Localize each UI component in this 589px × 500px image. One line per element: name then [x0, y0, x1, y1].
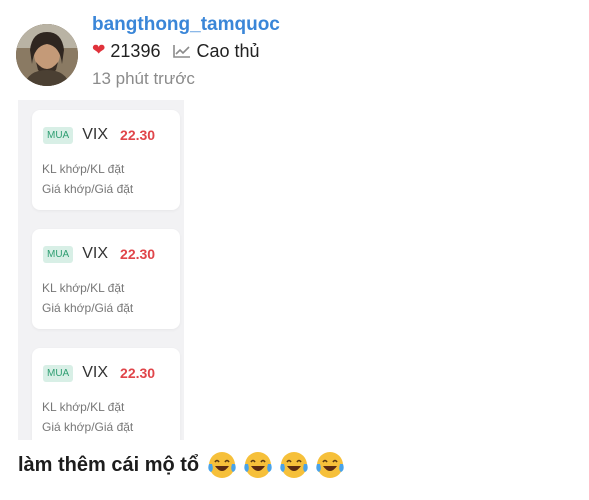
post-timestamp: 13 phút trước	[92, 69, 195, 88]
likes-count: 21396	[110, 41, 161, 61]
order-price: 22.30	[120, 246, 156, 262]
heart-icon: ❤	[92, 42, 106, 59]
laughing-tears-icon	[244, 452, 272, 478]
side-badge: MUA	[43, 364, 74, 382]
post-caption: làm thêm cái mộ tổ	[18, 450, 351, 480]
post-meta: bangthong_tamquoc ❤ 21396 Cao thủ 13 phú…	[92, 14, 280, 89]
matched-volume-label: KL khớp/KL đặt	[42, 400, 125, 414]
order-price: 22.30	[120, 365, 156, 381]
caption-emoji-row	[207, 450, 351, 480]
matched-price-label: Giá khớp/Giá đặt	[42, 301, 134, 315]
matched-price-label: Giá khớp/Giá đặt	[42, 420, 134, 434]
laughing-tears-icon	[316, 452, 344, 478]
order-card: MUA VIX 22.30 KL khớp/KL đặt Giá khớp/Gi…	[32, 348, 180, 440]
post-header: bangthong_tamquoc ❤ 21396 Cao thủ 13 phú…	[16, 14, 576, 90]
user-stats: ❤ 21396 Cao thủ	[92, 40, 280, 62]
attached-screenshot[interactable]: MUA VIX 22.30 KL khớp/KL đặt Giá khớp/Gi…	[18, 100, 184, 440]
order-card: MUA VIX 22.30 KL khớp/KL đặt Giá khớp/Gi…	[32, 110, 180, 210]
laughing-tears-icon	[280, 452, 308, 478]
caption-text: làm thêm cái mộ tổ	[18, 454, 200, 476]
avatar-image	[16, 24, 78, 86]
ticker-symbol: VIX	[82, 245, 109, 262]
order-card: MUA VIX 22.30 KL khớp/KL đặt Giá khớp/Gi…	[32, 229, 180, 329]
avatar[interactable]	[16, 24, 78, 86]
laughing-tears-icon	[208, 452, 236, 478]
ticker-symbol: VIX	[82, 126, 109, 143]
rank-label: Cao thủ	[196, 41, 260, 61]
trend-chart-icon	[173, 45, 191, 58]
matched-volume-label: KL khớp/KL đặt	[42, 281, 125, 295]
username-link[interactable]: bangthong_tamquoc	[92, 14, 280, 36]
order-price: 22.30	[120, 127, 156, 143]
side-badge: MUA	[43, 245, 74, 263]
ticker-symbol: VIX	[82, 364, 109, 381]
matched-price-label: Giá khớp/Giá đặt	[42, 182, 134, 196]
side-badge: MUA	[43, 126, 74, 144]
matched-volume-label: KL khớp/KL đặt	[42, 162, 125, 176]
